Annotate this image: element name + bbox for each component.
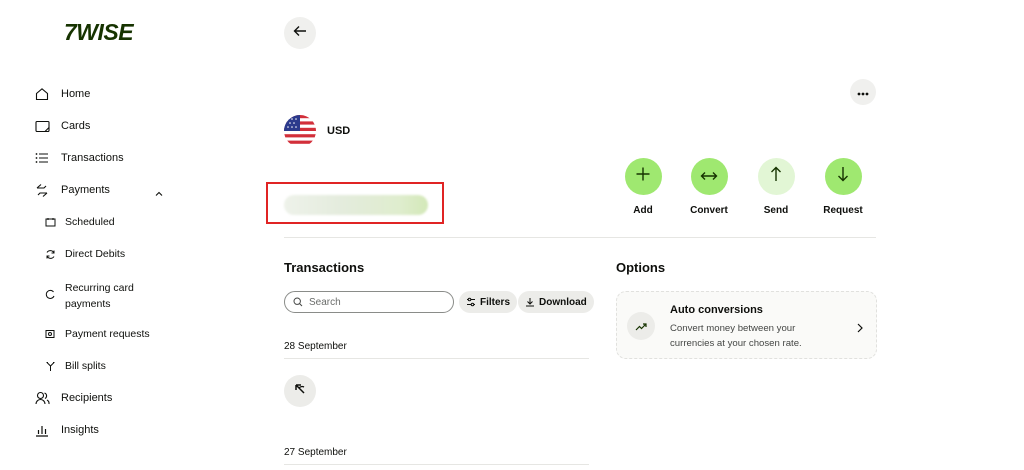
card-description-line1: Convert money between your	[670, 323, 796, 334]
request-button[interactable]: Request	[815, 158, 871, 216]
sidebar-item-label: Cards	[61, 120, 91, 132]
convert-button[interactable]: Convert	[681, 158, 737, 216]
sidebar-item-payments[interactable]: Payments	[34, 182, 110, 198]
sidebar-item-label: Home	[61, 88, 91, 100]
action-label: Send	[763, 205, 789, 216]
arrow-down-icon	[837, 166, 849, 187]
more-options-button[interactable]	[850, 79, 876, 105]
download-icon	[526, 298, 534, 307]
currency-code: USD	[327, 125, 351, 137]
sidebar-item-recipients[interactable]: Recipients	[34, 390, 112, 406]
sidebar-item-direct-debits[interactable]: Direct Debits	[44, 248, 125, 260]
convert-icon	[700, 168, 718, 186]
home-icon	[34, 86, 50, 102]
trend-up-icon	[627, 312, 655, 340]
auto-conversions-card[interactable]: Auto conversions Convert money between y…	[616, 291, 877, 359]
arrow-left-icon	[293, 24, 307, 42]
sidebar-item-label: Recipients	[61, 392, 113, 404]
sidebar-item-scheduled[interactable]: Scheduled	[44, 216, 115, 228]
refresh-icon	[44, 248, 56, 260]
logo-text: 7WISE	[64, 18, 134, 45]
sidebar-subitem-label-line1: Recurring card	[65, 282, 134, 294]
sidebar-item-home[interactable]: Home	[34, 86, 90, 102]
card-payment-icon	[293, 382, 307, 401]
search-icon	[293, 297, 303, 307]
card-description: Convert money between your currencies at…	[670, 321, 845, 351]
sidebar-item-label: Insights	[61, 424, 99, 436]
card-title: Auto conversions	[670, 304, 763, 316]
transaction-item[interactable]	[284, 375, 316, 407]
split-icon	[44, 360, 56, 372]
arrow-up-icon	[770, 166, 782, 187]
section-divider	[284, 237, 876, 238]
recurring-icon	[44, 288, 56, 300]
action-label: Add	[633, 205, 653, 216]
action-label: Request	[823, 205, 863, 216]
options-title: Options	[616, 260, 666, 275]
recipients-icon	[34, 390, 50, 406]
sidebar-item-recurring-card-payments[interactable]: Recurring card payments	[44, 280, 134, 312]
plus-icon	[635, 166, 651, 187]
sidebar-item-label: Transactions	[61, 152, 124, 164]
sidebar-subitem-label: Bill splits	[65, 360, 106, 372]
filters-button[interactable]: Filters	[459, 291, 518, 313]
us-flag-icon	[284, 115, 316, 147]
card-description-line2: currencies at your chosen rate.	[670, 338, 802, 349]
add-button[interactable]: Add	[615, 158, 671, 216]
back-button[interactable]	[284, 17, 316, 49]
insights-icon	[34, 422, 50, 438]
list-icon	[34, 150, 50, 166]
search-input[interactable]: Search	[284, 291, 454, 313]
sidebar-item-payment-requests[interactable]: Payment requests	[44, 328, 150, 340]
date-divider	[284, 464, 589, 465]
date-header: 27 September	[284, 447, 347, 458]
payments-icon	[34, 182, 50, 198]
wise-logo[interactable]: 7WISE	[64, 18, 134, 45]
date-header: 28 September	[284, 341, 347, 352]
more-dots-icon	[857, 83, 869, 101]
send-button[interactable]: Send	[748, 158, 804, 216]
sidebar-item-insights[interactable]: Insights	[34, 422, 99, 438]
request-icon	[44, 328, 56, 340]
chevron-right-icon	[856, 320, 864, 338]
sidebar-item-label: Payments	[61, 184, 110, 196]
sidebar-subitem-label: Payment requests	[65, 328, 150, 340]
sidebar-item-cards[interactable]: Cards	[34, 118, 90, 134]
sidebar-subitem-label-line2: payments	[65, 298, 111, 310]
action-label: Convert	[690, 205, 728, 216]
download-label: Download	[539, 296, 587, 308]
search-placeholder: Search	[309, 296, 341, 308]
download-button[interactable]: Download	[518, 291, 594, 313]
sidebar-item-transactions[interactable]: Transactions	[34, 150, 124, 166]
balance-amount-blurred	[284, 195, 428, 215]
sidebar-subitem-label: Direct Debits	[65, 248, 126, 260]
sidebar-subitem-label: Scheduled	[65, 216, 115, 228]
sidebar-item-bill-splits[interactable]: Bill splits	[44, 360, 106, 372]
balance-redaction-highlight	[266, 182, 444, 224]
chevron-up-icon[interactable]	[154, 186, 164, 196]
filters-label: Filters	[480, 296, 511, 308]
transactions-title: Transactions	[284, 260, 365, 275]
card-icon	[34, 118, 50, 134]
date-divider	[284, 358, 589, 359]
filters-icon	[467, 297, 475, 307]
calendar-icon	[44, 216, 56, 228]
